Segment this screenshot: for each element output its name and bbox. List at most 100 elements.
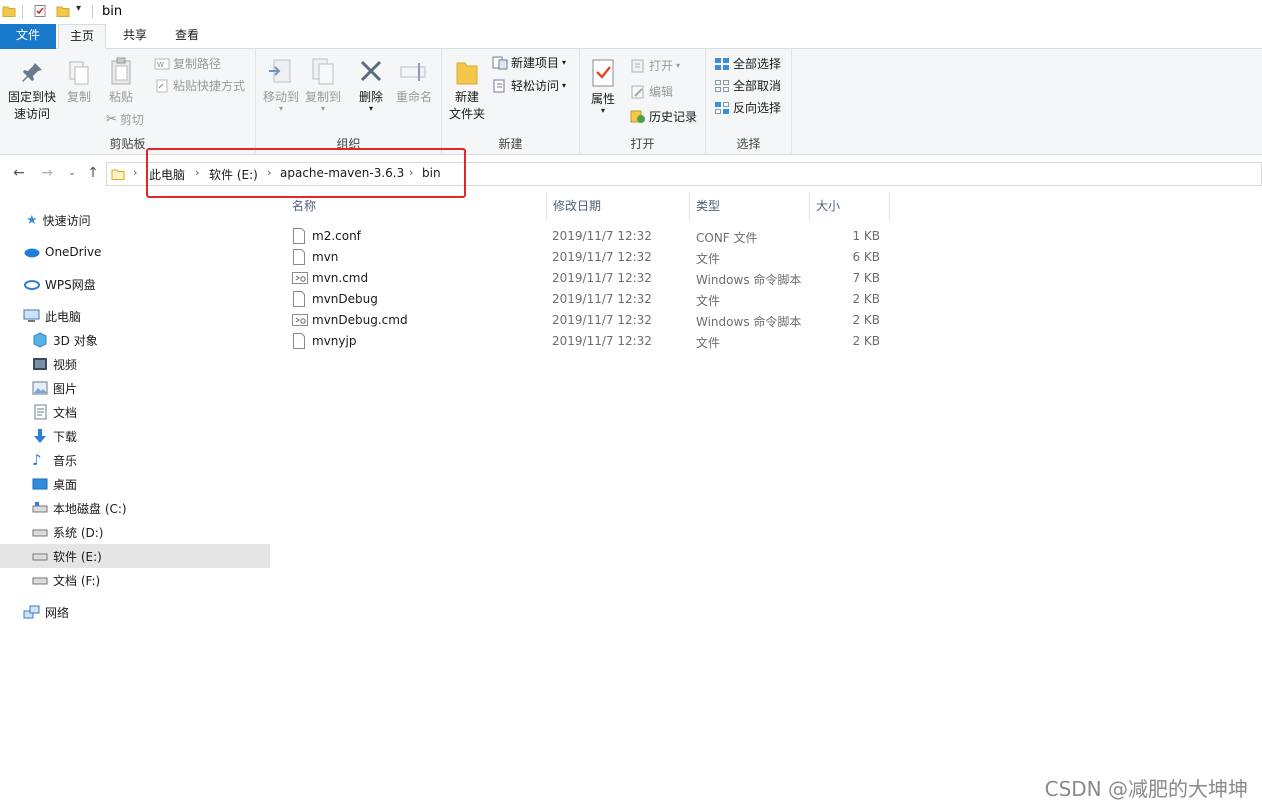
script-icon <box>292 314 308 326</box>
customize-quick-access-icon[interactable]: ▾ <box>76 3 81 14</box>
pin-icon <box>22 63 42 82</box>
properties-icon <box>592 59 614 87</box>
move-to-button[interactable]: 移动到 ▾ <box>260 57 302 113</box>
new-item-icon <box>492 56 508 70</box>
tab-file[interactable]: 文件 <box>0 24 56 49</box>
clipboard-group: 固定到快 速访问 复制 粘贴 W 复制路径 粘贴快捷方式 ✂ 剪切 剪贴板 <box>0 49 256 155</box>
edit-icon <box>631 85 644 99</box>
new-folder-icon[interactable] <box>56 4 70 18</box>
sidebar-item-wps-cloud[interactable]: WPS网盘 <box>0 272 270 296</box>
sidebar-item-onedrive[interactable]: OneDrive <box>0 240 270 264</box>
star-icon: ★ <box>26 212 38 228</box>
invert-selection-button[interactable]: 反向选择 <box>714 98 781 118</box>
easy-access-button[interactable]: 轻松访问 ▾ <box>492 76 566 96</box>
column-header-size[interactable]: 大小 <box>810 192 890 220</box>
paste-icon <box>111 57 131 85</box>
script-icon <box>292 272 308 284</box>
sidebar-item-network[interactable]: 网络 <box>0 600 270 624</box>
select-none-icon <box>715 80 729 92</box>
drive-icon <box>32 553 48 561</box>
open-group: 属性 ▾ 打开 ▾ 编辑 历史记录 打开 <box>580 49 706 155</box>
cloud-icon <box>24 248 40 258</box>
open-group-label: 打开 <box>630 137 655 151</box>
forward-arrow-icon[interactable]: → <box>38 164 56 182</box>
cube-icon <box>33 332 47 348</box>
pin-label-1: 固定到快 <box>7 90 56 104</box>
paste-button[interactable]: 粘贴 <box>104 57 138 106</box>
select-group: 全部选择 全部取消 反向选择 选择 <box>706 49 792 155</box>
column-header-modified[interactable]: 修改日期 <box>547 192 690 220</box>
table-row[interactable]: mvnDebug.cmd 2019/11/7 12:32 Windows 命令脚… <box>286 310 890 331</box>
sidebar-item-music[interactable]: ♪ 音乐 <box>0 448 270 472</box>
delete-button[interactable]: 删除 ▾ <box>354 57 388 113</box>
properties-icon[interactable] <box>33 4 47 18</box>
folder-icon <box>2 6 16 17</box>
file-icon <box>293 228 305 244</box>
column-header-type[interactable]: 类型 <box>690 192 810 220</box>
paste-shortcut-icon <box>156 79 168 93</box>
drive-icon <box>32 529 48 537</box>
drive-icon <box>32 502 48 513</box>
table-row[interactable]: m2.conf 2019/11/7 12:32 CONF 文件 1 KB <box>286 226 890 247</box>
sidebar-item-quick-access[interactable]: ★ 快速访问 <box>0 208 270 232</box>
up-arrow-icon[interactable]: ↑ <box>84 164 102 182</box>
sidebar-item-documents[interactable]: 文档 <box>0 400 270 424</box>
select-none-button[interactable]: 全部取消 <box>714 76 781 96</box>
picture-icon <box>32 381 48 395</box>
invert-selection-icon <box>715 102 729 114</box>
sidebar-item-pictures[interactable]: 图片 <box>0 376 270 400</box>
new-folder-icon <box>456 62 478 85</box>
pin-to-quick-access-button[interactable]: 固定到快 速访问 <box>4 59 60 123</box>
table-row[interactable]: mvnDebug 2019/11/7 12:32 文件 2 KB <box>286 289 890 310</box>
column-header-name[interactable]: 名称 <box>286 192 547 220</box>
sidebar-item-drive-c[interactable]: 本地磁盘 (C:) <box>0 496 270 520</box>
rename-icon <box>400 63 426 81</box>
move-to-icon <box>269 59 291 83</box>
sidebar-item-this-pc[interactable]: 此电脑 <box>0 304 270 328</box>
table-row[interactable]: mvnyjp 2019/11/7 12:32 文件 2 KB <box>286 331 890 352</box>
scissors-icon: ✂ <box>106 112 117 127</box>
tab-view[interactable]: 查看 <box>164 24 210 49</box>
edit-button[interactable]: 编辑 <box>630 82 673 102</box>
select-all-button[interactable]: 全部选择 <box>714 54 781 74</box>
properties-button[interactable]: 属性 ▾ <box>586 57 620 115</box>
copy-to-button[interactable]: 复制到 ▾ <box>302 57 344 113</box>
file-icon <box>293 333 305 349</box>
open-button[interactable]: 打开 ▾ <box>630 56 680 76</box>
sidebar-item-3d-objects[interactable]: 3D 对象 <box>0 328 270 352</box>
delete-x-icon <box>360 60 382 82</box>
select-group-label: 选择 <box>736 137 761 151</box>
sidebar-item-drive-f[interactable]: 文档 (F:) <box>0 568 270 592</box>
watermark: CSDN @减肥的大坤坤 <box>1044 777 1248 801</box>
copy-to-icon <box>312 58 334 85</box>
tab-share[interactable]: 共享 <box>112 24 158 49</box>
rename-button[interactable]: 重命名 <box>392 57 436 106</box>
sidebar-item-drive-e[interactable]: 软件 (E:) <box>0 544 270 568</box>
pin-label-2: 速访问 <box>13 107 50 121</box>
new-folder-button[interactable]: 新建 文件夹 <box>446 59 488 123</box>
new-item-button[interactable]: 新建项目 ▾ <box>492 53 566 73</box>
sidebar-item-videos[interactable]: 视频 <box>0 352 270 376</box>
back-arrow-icon[interactable]: ← <box>10 164 28 182</box>
computer-icon <box>23 309 40 322</box>
recent-locations-chevron-icon[interactable]: ⌄ <box>63 164 81 182</box>
paste-shortcut-button[interactable]: 粘贴快捷方式 <box>154 76 245 96</box>
window-title: bin <box>102 4 123 19</box>
table-row[interactable]: mvn 2019/11/7 12:32 文件 6 KB <box>286 247 890 268</box>
copy-button[interactable]: 复制 <box>62 59 96 106</box>
cut-button[interactable]: ✂ 剪切 <box>106 110 144 130</box>
sidebar-item-drive-d[interactable]: 系统 (D:) <box>0 520 270 544</box>
download-icon <box>34 429 46 443</box>
network-icon <box>23 605 40 619</box>
copy-path-button[interactable]: W 复制路径 <box>154 54 221 74</box>
sidebar-item-desktop[interactable]: 桌面 <box>0 472 270 496</box>
history-button[interactable]: 历史记录 <box>630 107 697 127</box>
cloud-icon <box>24 280 40 290</box>
copy-icon <box>69 61 89 85</box>
sidebar-item-downloads[interactable]: 下载 <box>0 424 270 448</box>
file-icon <box>293 291 305 307</box>
easy-access-icon <box>493 79 505 93</box>
tab-home[interactable]: 主页 <box>58 24 106 50</box>
table-row[interactable]: mvn.cmd 2019/11/7 12:32 Windows 命令脚本 7 K… <box>286 268 890 289</box>
file-list: 名称 修改日期 类型 大小 m2.conf 2019/11/7 12:32 CO… <box>272 192 1262 810</box>
